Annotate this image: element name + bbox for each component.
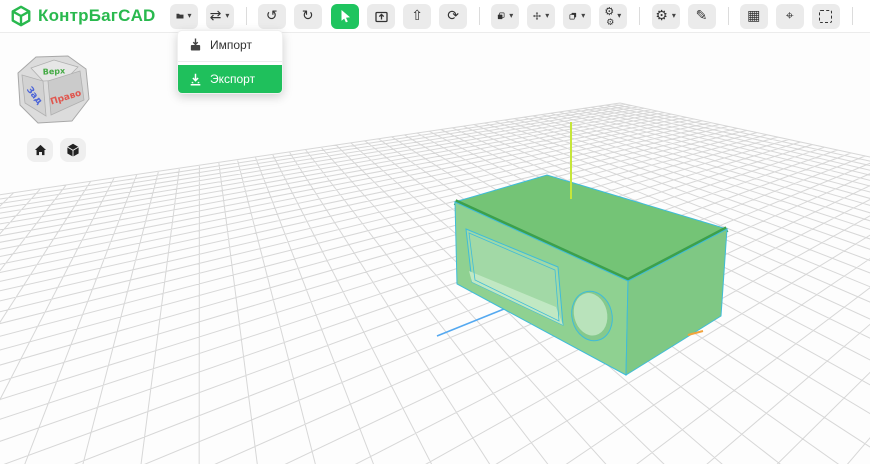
insert-tool-button[interactable]: [367, 4, 395, 29]
transfer-arrows-icon: ⇄: [210, 9, 222, 23]
caret-down-icon: ▾: [188, 12, 192, 20]
pencil-icon: ✎: [696, 9, 708, 23]
model-box[interactable]: [455, 175, 727, 375]
import-icon: [189, 38, 202, 51]
caret-down-icon: ▾: [509, 12, 513, 20]
grid-toggle-button[interactable]: ▦: [740, 4, 768, 29]
duplicate-tool-button[interactable]: ▾: [563, 4, 591, 29]
move-icon: [533, 9, 541, 23]
menu-item-export[interactable]: Экспорт: [178, 65, 282, 93]
home-icon: [34, 144, 47, 156]
main-toolbar: КонтрБагCAD ▾ ⇄ ▾ ↺ ↻ ⇧ ⟳: [0, 0, 870, 33]
view-cube-top-label: Верх: [43, 66, 67, 76]
settings-button[interactable]: ⚙ ▾: [652, 4, 680, 29]
snap-toggle-button[interactable]: ⌖: [776, 4, 804, 29]
redo-button[interactable]: ↻: [294, 4, 322, 29]
caret-down-icon: ▾: [581, 12, 585, 20]
grid-icon: ▦: [747, 9, 760, 23]
gear-icon: ⚙: [655, 9, 668, 23]
caret-down-icon: ▾: [545, 12, 549, 20]
import-export-button[interactable]: ⇄ ▾: [206, 4, 234, 29]
caret-down-icon: ▾: [225, 12, 229, 20]
menu-item-label: Экспорт: [210, 72, 255, 86]
folder-icon: [176, 9, 184, 23]
app-logo: КонтрБагCAD: [10, 5, 156, 27]
open-file-button[interactable]: ▾: [170, 4, 198, 29]
import-export-menu: Импорт Экспорт: [177, 30, 283, 94]
rotate-tool-button[interactable]: ⟳: [439, 4, 467, 29]
dashed-square-icon: [819, 10, 832, 23]
logo-cube-icon: [10, 5, 32, 27]
view-cube[interactable]: Верх Зад Право: [10, 51, 98, 133]
move-tool-button[interactable]: ▾: [527, 4, 555, 29]
viewport-3d[interactable]: Верх Зад Право: [0, 33, 870, 464]
copy-icon: [497, 9, 505, 23]
redo-icon: ↻: [302, 9, 314, 23]
home-view-button[interactable]: [27, 138, 53, 162]
app-title: КонтрБагCAD: [38, 6, 156, 26]
undo-icon: ↺: [266, 9, 278, 23]
up-arrow-icon: ⇧: [411, 9, 423, 23]
ground-grid: [0, 103, 870, 464]
menu-divider: [178, 61, 282, 62]
scene-canvas: [0, 33, 870, 464]
operations-tool-button[interactable]: ⚙ ⚙ ▾: [599, 4, 627, 29]
rotate-icon: ⟳: [447, 9, 459, 23]
export-icon: [189, 73, 202, 86]
projection-view-button[interactable]: [60, 138, 86, 162]
edit-tool-button[interactable]: ✎: [688, 4, 716, 29]
copy-tool-button[interactable]: ▾: [491, 4, 519, 29]
duplicate-icon: [569, 9, 577, 23]
menu-item-import[interactable]: Импорт: [178, 31, 282, 58]
view-buttons: [27, 138, 86, 162]
projection-cube-icon: [66, 143, 80, 157]
insert-icon: [374, 9, 389, 23]
target-icon: ⌖: [786, 9, 794, 23]
select-tool-button[interactable]: [331, 4, 359, 29]
menu-item-label: Импорт: [210, 38, 252, 52]
pull-tool-button[interactable]: ⇧: [403, 4, 431, 29]
bbox-toggle-button[interactable]: [812, 4, 840, 29]
caret-down-icon: ▾: [672, 12, 676, 20]
cursor-icon: [339, 9, 352, 23]
caret-down-icon: ▾: [617, 12, 621, 20]
gears-icon: ⚙ ⚙: [605, 9, 613, 24]
undo-button[interactable]: ↺: [258, 4, 286, 29]
